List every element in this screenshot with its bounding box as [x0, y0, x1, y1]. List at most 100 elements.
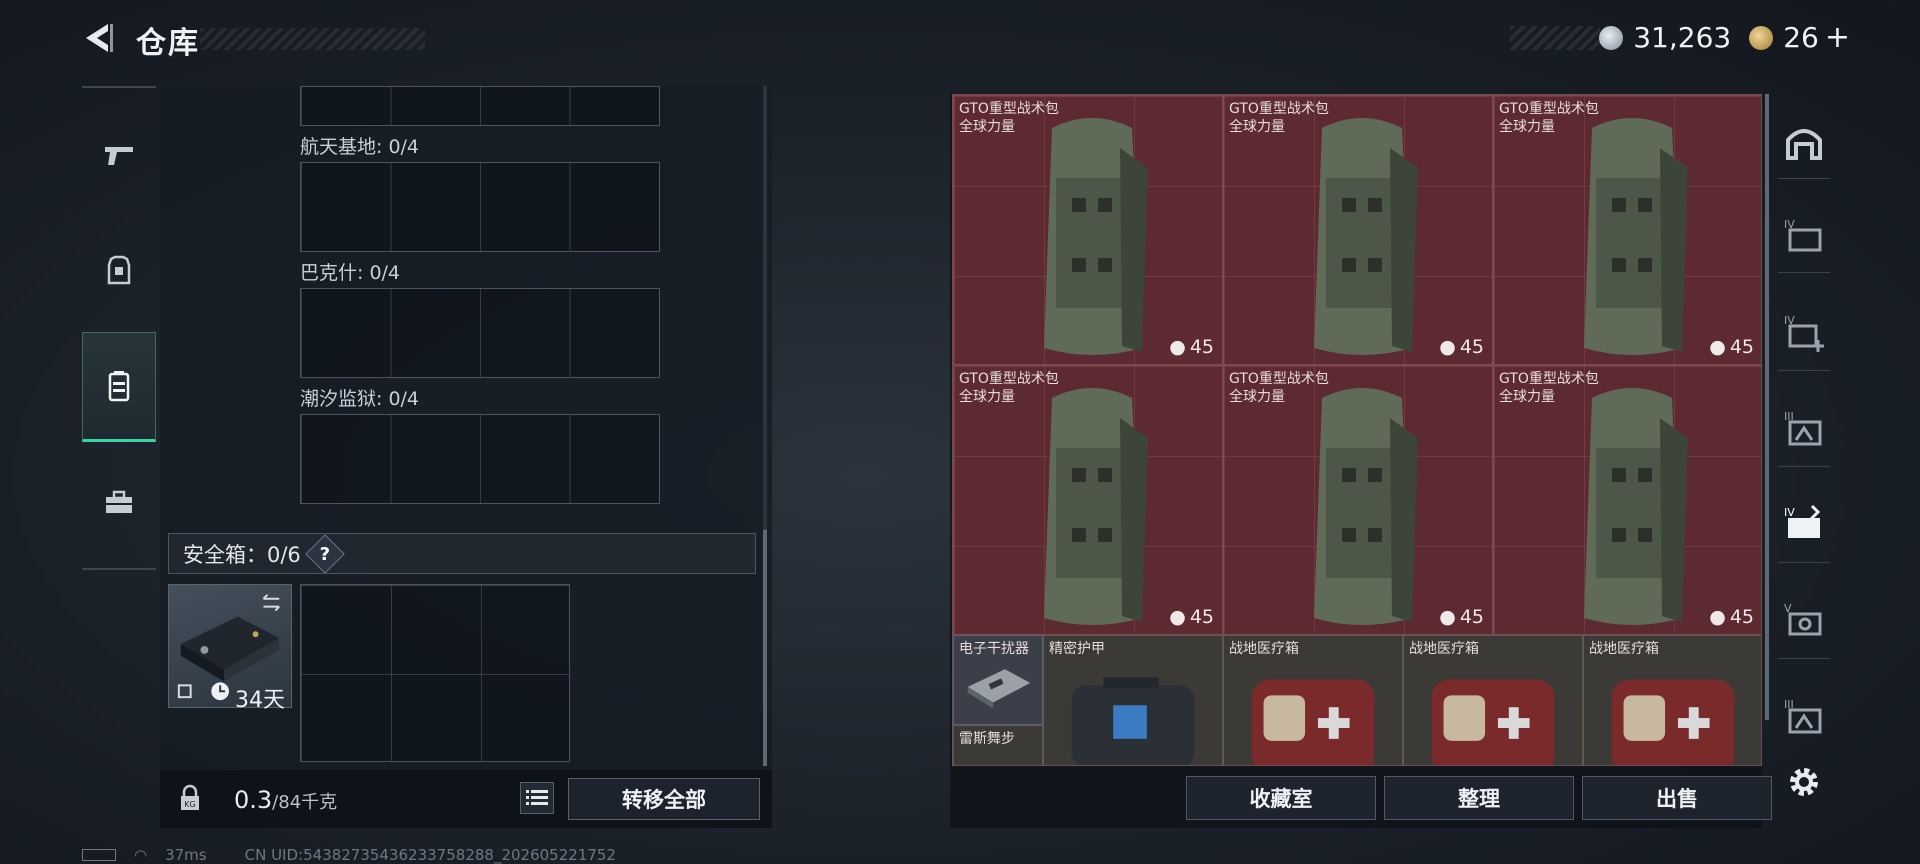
tactical-backpack-icon [1044, 388, 1148, 625]
item-count: ● 45 [1439, 606, 1484, 628]
stash-tab-4a[interactable]: IV [1778, 210, 1830, 262]
stash-item-medkit[interactable]: 战地医疗箱 [1403, 635, 1583, 765]
stash-item-armor[interactable]: 精密护甲 [1043, 635, 1223, 765]
item-name: GTO重型战术包 全球力量 [1499, 371, 1599, 405]
svg-text:KG: KG [184, 800, 195, 809]
storage-hood-icon: III [1784, 410, 1822, 446]
currency-decoration [1510, 26, 1600, 50]
item-name: GTO重型战术包 全球力量 [1229, 371, 1329, 405]
back-arrow-icon [86, 24, 113, 52]
stash-item-bag[interactable]: GTO重型战术包 全球力量 ● 45 [1223, 365, 1493, 635]
gold-coin-icon [1749, 25, 1774, 50]
battery-icon [82, 849, 116, 861]
map-label: 潮汐监狱: 0/4 [300, 388, 420, 410]
map-slot-grid[interactable] [300, 414, 660, 504]
safe-box-label: 安全箱：0/6 [183, 542, 301, 567]
stash-item-bag[interactable]: GTO重型战术包 全球力量 ● 45 [1493, 95, 1761, 365]
header: 仓库 31,263 26 + [0, 0, 1920, 80]
weight-current: 0.3 [234, 786, 273, 814]
list-icon [526, 790, 548, 805]
rail-toolbox[interactable] [82, 448, 156, 558]
tactical-backpack-icon [1044, 118, 1148, 355]
stash-item-medkit[interactable]: 战地医疗箱 [1223, 635, 1403, 765]
storage-box-icon: IV [1784, 218, 1822, 252]
stash-item-bag[interactable]: GTO重型战术包 全球力量 ● 45 [953, 95, 1223, 365]
stash-tab-3[interactable]: III [1778, 402, 1830, 454]
map-slot-grid[interactable] [300, 288, 660, 378]
add-storage-icon: IV [1784, 314, 1824, 352]
collection-button[interactable]: 收藏室 [1186, 776, 1376, 820]
weight-bag-icon: ● [1709, 336, 1726, 358]
item-count: ● 45 [1709, 336, 1754, 358]
safe-box-duration: 34天 [235, 688, 285, 713]
weight-display: 0.3/84千克 [234, 786, 337, 814]
weight-bag-icon: ● [1709, 606, 1726, 628]
gear-icon [1790, 768, 1818, 796]
silver-coin-icon [1599, 25, 1624, 50]
rail-backpack[interactable] [82, 332, 156, 442]
item-name: 战地医疗箱 [1409, 641, 1479, 657]
item-count: ● 45 [1169, 336, 1214, 358]
sell-button[interactable]: 出售 [1582, 776, 1772, 820]
toolbox-icon [106, 490, 132, 513]
stash-item-bag[interactable]: GTO重型战术包 全球力量 ● 45 [1223, 95, 1493, 365]
stash-tab-all[interactable] [1778, 116, 1830, 168]
stash-tab-4c[interactable]: IV [1778, 498, 1830, 550]
stash-item-leisi[interactable]: 雷斯舞步 [953, 725, 1043, 765]
stash-item-jammer[interactable]: 电子干扰器 [953, 635, 1043, 725]
stash-scrollbar[interactable] [1765, 94, 1769, 720]
weight-lock-icon: KG [181, 784, 199, 810]
safe-box-item[interactable]: 34天 [168, 584, 292, 713]
transfer-all-button[interactable]: 转移全部 [568, 778, 760, 820]
ping-text: 37ms [165, 846, 207, 864]
left-category-rail [82, 86, 156, 570]
pistol-icon [105, 147, 133, 165]
item-name: GTO重型战术包 全球力量 [1229, 101, 1329, 135]
safe-box-grid[interactable] [300, 584, 570, 762]
page-title: 仓库 [136, 26, 200, 61]
map-slot-grid[interactable] [300, 86, 660, 126]
tactical-backpack-icon [1314, 118, 1418, 355]
tactical-backpack-icon [1584, 388, 1688, 625]
storage-hood-icon: III [1784, 698, 1822, 734]
stash-arch-icon [1786, 129, 1822, 160]
svg-text:IV: IV [1784, 506, 1795, 519]
sort-button[interactable]: 整理 [1384, 776, 1574, 820]
rail-weapons[interactable] [82, 100, 156, 210]
currency-bar: 31,263 26 + [1599, 20, 1850, 55]
item-name: 战地医疗箱 [1589, 641, 1659, 657]
back-button[interactable] [80, 18, 120, 58]
stash-grid: GTO重型战术包 全球力量 ● 45 GTO重型战术包 全球力量 ● 45 GTO重型战… [952, 94, 1762, 766]
rail-armor[interactable] [82, 216, 156, 326]
stash-tab-4b[interactable]: IV [1778, 306, 1830, 358]
armor-icon [107, 255, 131, 285]
map-slot-grid[interactable] [300, 162, 660, 252]
stash-tab-3b[interactable]: III [1778, 690, 1830, 742]
item-name: GTO重型战术包 全球力量 [1499, 101, 1599, 135]
gold-amount: 26 [1783, 21, 1819, 54]
tactical-backpack-icon [1314, 388, 1418, 625]
map-label: 巴克什: 0/4 [300, 262, 401, 284]
weight-bag-icon: ● [1169, 336, 1186, 358]
storage-selected-icon: IV [1784, 504, 1821, 538]
weight-bag-icon: ● [1169, 606, 1186, 628]
weight-bag-icon: ● [1439, 336, 1456, 358]
status-bar: ◠ 37ms CN UID:543827354362337582​88_2026… [82, 846, 616, 864]
item-name: GTO重型战术包 全球力量 [959, 371, 1059, 405]
add-currency-button[interactable]: + [1825, 20, 1850, 55]
stash-item-medkit[interactable]: 战地医疗箱 [1583, 635, 1761, 765]
item-name: 电子干扰器 [959, 641, 1029, 657]
settings-button[interactable] [1778, 756, 1830, 808]
stash-item-bag[interactable]: GTO重型战术包 全球力量 ● 45 [1493, 365, 1761, 635]
tactical-backpack-icon [1584, 118, 1688, 355]
silver-amount: 31,263 [1633, 21, 1732, 54]
item-name: 雷斯舞步 [959, 731, 1015, 747]
weight-capacity: /84千克 [272, 792, 338, 813]
stash-item-bag[interactable]: GTO重型战术包 全球力量 ● 45 [953, 365, 1223, 635]
item-name: GTO重型战术包 全球力量 [959, 101, 1059, 135]
list-view-button[interactable] [520, 782, 554, 814]
loadout-scroll-thumb[interactable] [763, 530, 767, 766]
stash-tab-5[interactable]: V [1778, 594, 1830, 646]
item-count: ● 45 [1169, 606, 1214, 628]
help-icon[interactable]: ? [304, 533, 345, 574]
